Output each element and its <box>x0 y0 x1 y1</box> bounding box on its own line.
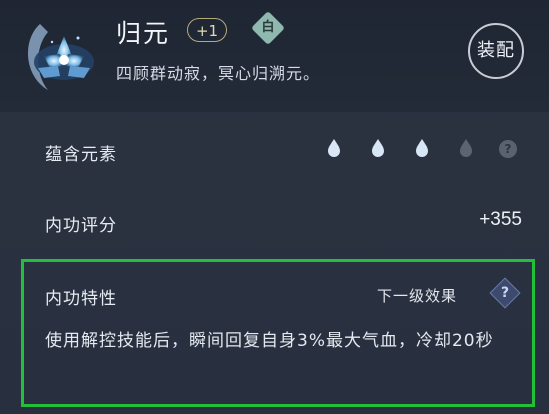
equip-button[interactable]: 装配 <box>468 23 524 79</box>
score-value: +355 <box>479 209 522 230</box>
trait-description: 使用解控技能后，瞬间回复自身3%最大气血，冷却20秒 <box>45 331 494 351</box>
lotus-emblem-icon <box>28 24 94 90</box>
score-label: 内功评分 <box>45 216 117 236</box>
water-drop-icon <box>328 139 340 157</box>
item-subtitle: 四顾群动寂，冥心归溯元。 <box>116 64 321 83</box>
element-hint-icon[interactable]: ? <box>499 140 517 158</box>
level-badge: +1 <box>187 18 227 42</box>
empty-drop-icon <box>460 139 472 157</box>
water-drop-icon <box>372 139 384 157</box>
item-title: 归元 <box>116 19 171 48</box>
help-icon[interactable]: ? <box>494 282 516 304</box>
water-drop-icon <box>416 139 428 157</box>
next-level-effect-link[interactable]: 下一级效果 <box>377 285 457 306</box>
tier-glyph: 白 <box>261 20 275 35</box>
elements-label: 蕴含元素 <box>45 145 117 165</box>
trait-label: 内功特性 <box>45 289 117 309</box>
